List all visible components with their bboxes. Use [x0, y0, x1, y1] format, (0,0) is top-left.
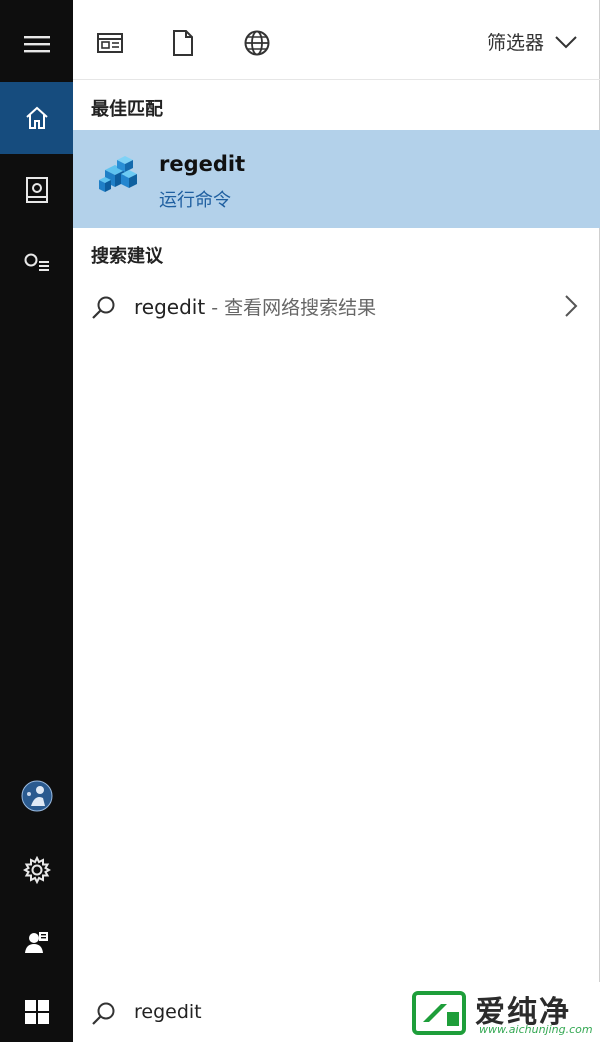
avatar-icon: [21, 780, 52, 812]
people-button[interactable]: [0, 906, 73, 978]
web-globe-icon: [244, 30, 270, 56]
suggestions-heading: 搜索建议: [91, 246, 163, 267]
watermark-url: www.aichunjing.com: [479, 1023, 593, 1036]
windows-logo-icon: [24, 1000, 49, 1024]
search-icon: [92, 296, 115, 319]
feedback-icon: [24, 253, 49, 271]
start-button[interactable]: [0, 982, 73, 1042]
search-results-panel: 筛选器 最佳匹配 regedit 运行命令 搜索建议 regedit - 查看网…: [73, 0, 600, 982]
feedback-button[interactable]: [0, 226, 73, 298]
filter-label: 筛选器: [486, 32, 544, 54]
best-match-subtitle: 运行命令: [159, 190, 231, 211]
taskbar-search-box[interactable]: regedit: [73, 982, 403, 1042]
filter-dropdown[interactable]: 筛选器: [487, 28, 578, 55]
document-icon: [173, 30, 193, 56]
account-button[interactable]: [0, 760, 73, 832]
person-icon: [24, 932, 48, 953]
chevron-down-icon: [555, 35, 577, 48]
best-match-heading: 最佳匹配: [91, 99, 163, 120]
best-match-title: regedit: [159, 152, 246, 176]
hamburger-menu-button[interactable]: [0, 8, 73, 80]
gear-icon: [22, 856, 51, 884]
notebook-icon: [25, 177, 48, 203]
watermark: 爱纯净 www.aichunjing.com: [403, 982, 600, 1042]
home-button[interactable]: [0, 82, 73, 154]
home-icon: [25, 106, 48, 129]
documents-filter-button[interactable]: [166, 26, 200, 60]
search-input[interactable]: regedit: [134, 1001, 202, 1023]
registry-editor-icon: [99, 156, 137, 192]
apps-icon: [97, 33, 123, 53]
watermark-logo-icon: [412, 991, 466, 1035]
suggestion-text: regedit - 查看网络搜索结果: [134, 293, 376, 320]
settings-button[interactable]: [0, 834, 73, 906]
filter-toolbar: 筛选器: [73, 0, 600, 80]
left-rail: [0, 0, 73, 982]
chevron-right-icon: [565, 295, 578, 317]
web-filter-button[interactable]: [240, 26, 274, 60]
suggestion-query: regedit: [134, 295, 206, 319]
notebook-button[interactable]: [0, 154, 73, 226]
web-suggestion-item[interactable]: regedit - 查看网络搜索结果: [73, 278, 600, 334]
hamburger-menu-icon: [23, 36, 50, 53]
search-icon: [92, 1002, 115, 1025]
apps-filter-button[interactable]: [93, 26, 127, 60]
suggestion-suffix: - 查看网络搜索结果: [205, 297, 377, 319]
best-match-result[interactable]: regedit 运行命令: [73, 130, 600, 228]
